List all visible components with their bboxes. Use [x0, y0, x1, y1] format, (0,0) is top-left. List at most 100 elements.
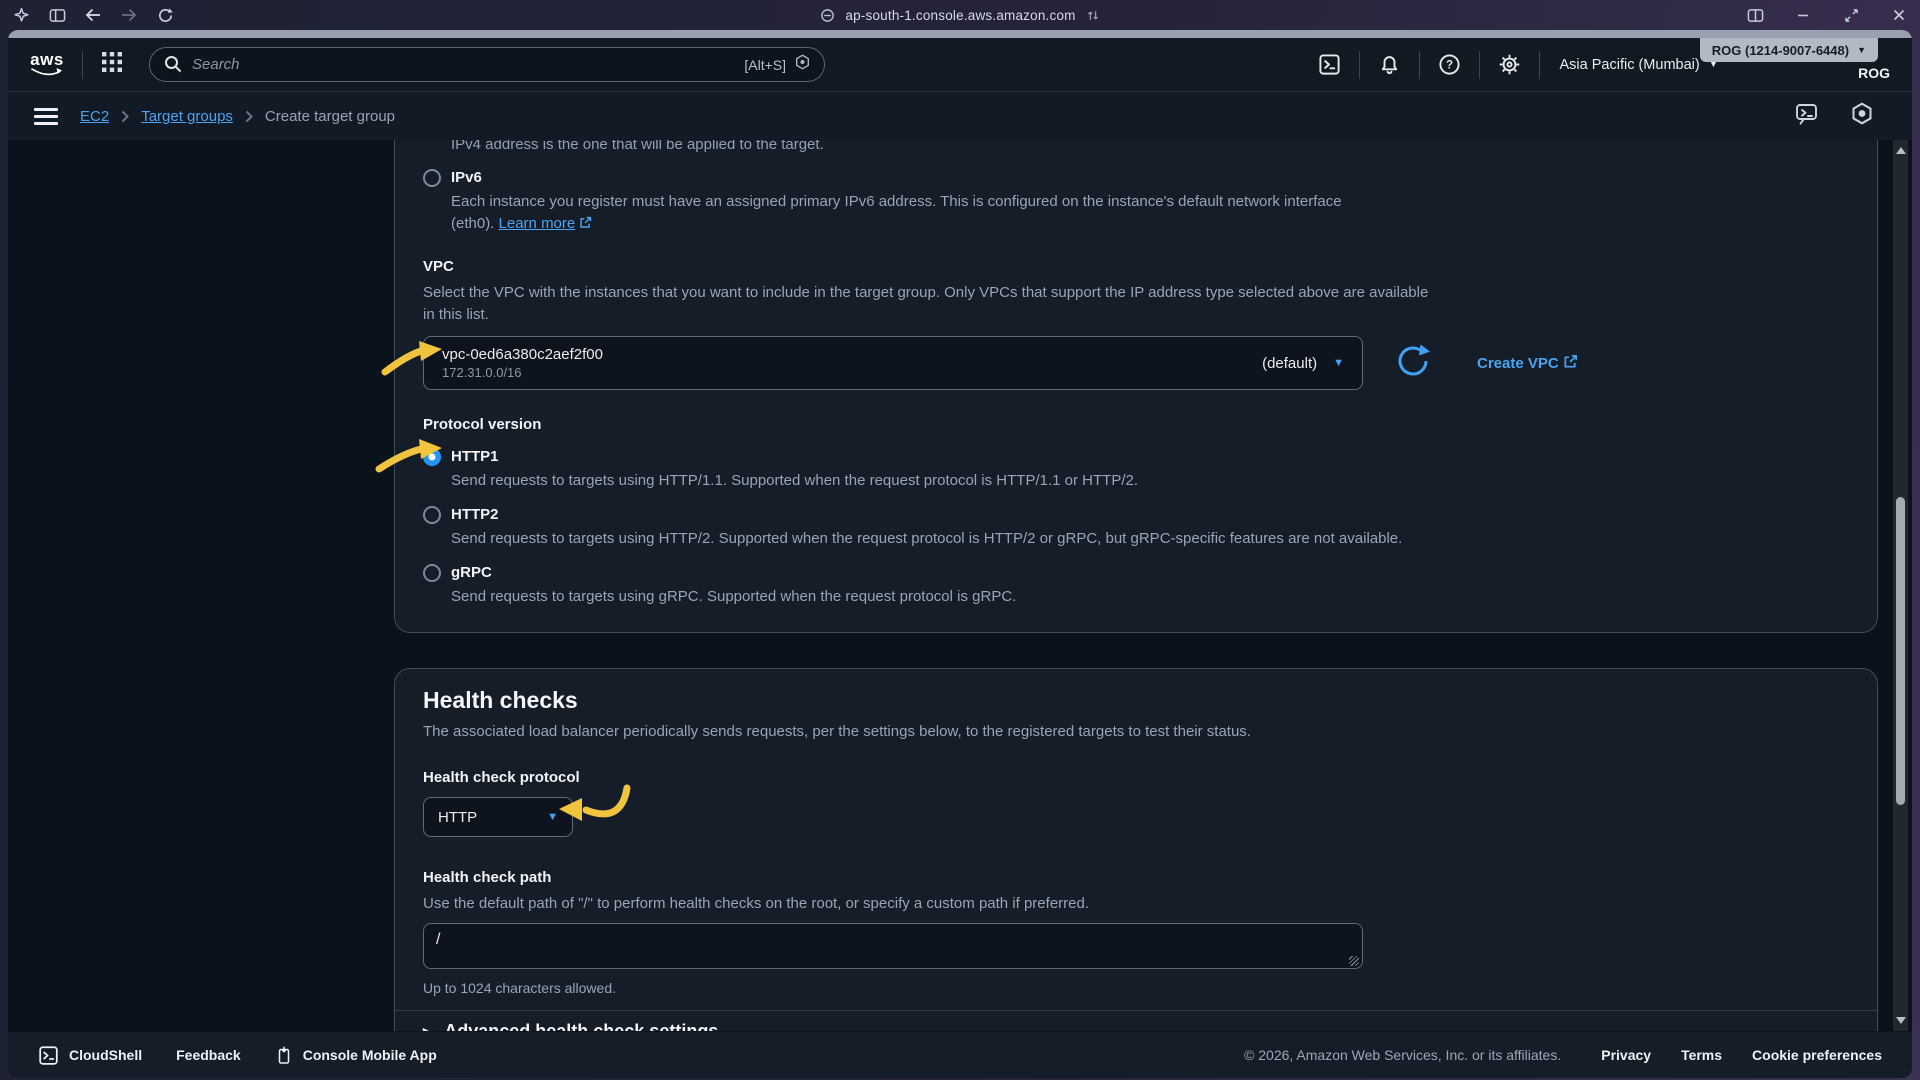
chevron-down-icon: ▼: [1857, 45, 1866, 55]
radio-grpc[interactable]: gRPC: [423, 562, 1849, 584]
aws-logo[interactable]: aws: [30, 52, 64, 77]
radio-circle-icon[interactable]: [423, 169, 441, 187]
sidebar-toggle-icon[interactable]: [46, 4, 68, 26]
health-check-protocol-select[interactable]: HTTP ▼: [423, 797, 573, 837]
radio-ipv6[interactable]: IPv6: [423, 167, 1849, 189]
breadcrumb: EC2 Target groups Create target group: [80, 108, 395, 125]
http1-description: Send requests to targets using HTTP/1.1.…: [451, 470, 1849, 492]
search-input[interactable]: [149, 47, 825, 82]
health-check-path-input[interactable]: /: [423, 923, 1363, 969]
advanced-settings-toggle[interactable]: ▶ Advanced health check settings: [423, 1021, 1849, 1031]
apps-grid-icon[interactable]: [101, 51, 123, 78]
create-vpc-link[interactable]: Create VPC: [1477, 354, 1578, 373]
tab-split-icon[interactable]: [1086, 8, 1100, 23]
browser-viewport: ROG (1214-9007-6448) ▼ aws [Alt+S]: [8, 30, 1912, 1078]
radio-circle-icon[interactable]: [423, 506, 441, 524]
health-check-protocol-value: HTTP: [438, 809, 477, 826]
footer-cloudshell[interactable]: CloudShell: [38, 1045, 142, 1066]
protocol-version-label: Protocol version: [423, 414, 1849, 436]
search-bar: [Alt+S]: [149, 47, 825, 82]
footer-mobile-app[interactable]: Console Mobile App: [275, 1045, 437, 1066]
radio-http2[interactable]: HTTP2: [423, 504, 1849, 526]
account-menu-tab[interactable]: ROG (1214-9007-6448) ▼: [1700, 38, 1878, 62]
cloudshell-icon: [38, 1045, 59, 1066]
scrollbar[interactable]: [1893, 140, 1908, 1031]
learn-more-link[interactable]: Learn more: [499, 215, 593, 232]
health-checks-panel: Health checks The associated load balanc…: [394, 668, 1878, 1031]
notifications-bell-icon[interactable]: [1360, 53, 1419, 76]
section-divider: [395, 1010, 1877, 1011]
back-button[interactable]: [82, 4, 104, 26]
cloudshell-icon[interactable]: [1300, 53, 1359, 76]
health-checks-description: The associated load balancer periodicall…: [423, 721, 1849, 743]
vpc-select[interactable]: vpc-0ed6a380c2aef2f00 172.31.0.0/16 (def…: [423, 336, 1363, 390]
external-link-icon: [579, 214, 592, 236]
amazon-q-badge-icon: [794, 53, 811, 76]
search-icon: [164, 55, 182, 78]
console-footer: CloudShell Feedback Console Mobile App ©…: [8, 1031, 1912, 1078]
footer-feedback[interactable]: Feedback: [176, 1047, 241, 1063]
main-content: IPv4 address is the one that will be app…: [8, 140, 1912, 1031]
amazon-q-icon[interactable]: [1850, 101, 1874, 131]
radio-circle-icon[interactable]: [423, 564, 441, 582]
copyright-text: © 2026, Amazon Web Services, Inc. or its…: [1244, 1047, 1561, 1063]
health-check-protocol-label: Health check protocol: [423, 767, 1849, 789]
close-button[interactable]: [1888, 4, 1910, 26]
external-link-icon: [1563, 354, 1578, 373]
ipv4-clipped-text: IPv4 address is the one that will be app…: [451, 140, 1849, 155]
settings-gear-icon[interactable]: [1480, 53, 1539, 76]
forward-button[interactable]: [118, 4, 140, 26]
mobile-app-icon: [275, 1045, 293, 1066]
site-permissions-icon[interactable]: [820, 8, 835, 23]
vpc-description: Select the VPC with the instances that y…: [423, 282, 1437, 326]
scroll-up-arrow[interactable]: [1896, 147, 1906, 154]
minimize-button[interactable]: [1792, 4, 1814, 26]
footer-cookie-preferences[interactable]: Cookie preferences: [1752, 1047, 1882, 1063]
path-constraint-hint: Up to 1024 characters allowed.: [423, 980, 1849, 996]
chevron-right-icon: [121, 110, 129, 123]
amazon-q-chat-panel-icon[interactable]: [1794, 101, 1820, 132]
grpc-description: Send requests to targets using gRPC. Sup…: [451, 586, 1849, 608]
footer-privacy[interactable]: Privacy: [1601, 1047, 1651, 1063]
footer-terms[interactable]: Terms: [1681, 1047, 1722, 1063]
reload-button[interactable]: [154, 4, 176, 26]
container-tab-strip: [8, 30, 1912, 38]
breadcrumb-bar: EC2 Target groups Create target group: [8, 92, 1912, 140]
radio-http1[interactable]: HTTP1: [423, 446, 1849, 468]
refresh-button[interactable]: [1393, 341, 1433, 386]
split-view-icon[interactable]: [1744, 4, 1766, 26]
health-check-path-label: Health check path: [423, 867, 1849, 889]
vpc-label: VPC: [423, 256, 1849, 278]
health-checks-title: Health checks: [423, 685, 1849, 715]
region-label: Asia Pacific (Mumbai): [1560, 57, 1700, 73]
search-shortcut: [Alt+S]: [744, 57, 786, 73]
vpc-select-value: vpc-0ed6a380c2aef2f00: [442, 345, 603, 364]
ipv6-description: Each instance you register must have an …: [451, 191, 1363, 236]
radio-selected-icon[interactable]: [423, 448, 441, 466]
chevron-down-icon: ▼: [1333, 357, 1344, 369]
browser-logo-icon: [10, 4, 32, 26]
help-icon[interactable]: ?: [1420, 53, 1479, 76]
chevron-right-icon: [245, 110, 253, 123]
http2-description: Send requests to targets using HTTP/2. S…: [451, 528, 1403, 550]
aws-top-nav: aws [Alt+S]: [8, 38, 1912, 92]
breadcrumb-current: Create target group: [265, 108, 395, 125]
health-check-path-description: Use the default path of "/" to perform h…: [423, 893, 1849, 915]
aws-smile-icon: [30, 67, 64, 77]
scrollbar-thumb[interactable]: [1896, 497, 1905, 805]
scroll-down-arrow[interactable]: [1896, 1017, 1906, 1024]
target-type-panel: IPv4 address is the one that will be app…: [394, 140, 1878, 633]
resize-handle[interactable]: [1349, 956, 1359, 966]
breadcrumb-ec2[interactable]: EC2: [80, 108, 109, 125]
restore-window-button[interactable]: [1840, 4, 1862, 26]
svg-text:?: ?: [1445, 60, 1452, 72]
account-name: ROG: [1858, 65, 1890, 81]
side-menu-icon[interactable]: [34, 108, 58, 125]
url-bar[interactable]: ap-south-1.console.aws.amazon.com: [845, 8, 1075, 23]
divider: [82, 51, 83, 79]
vpc-default-tag: (default): [1262, 355, 1317, 372]
breadcrumb-target-groups[interactable]: Target groups: [141, 108, 233, 125]
chevron-down-icon: ▼: [547, 811, 558, 823]
account-tab-label: ROG (1214-9007-6448): [1712, 43, 1849, 58]
vpc-select-cidr: 172.31.0.0/16: [442, 364, 603, 381]
